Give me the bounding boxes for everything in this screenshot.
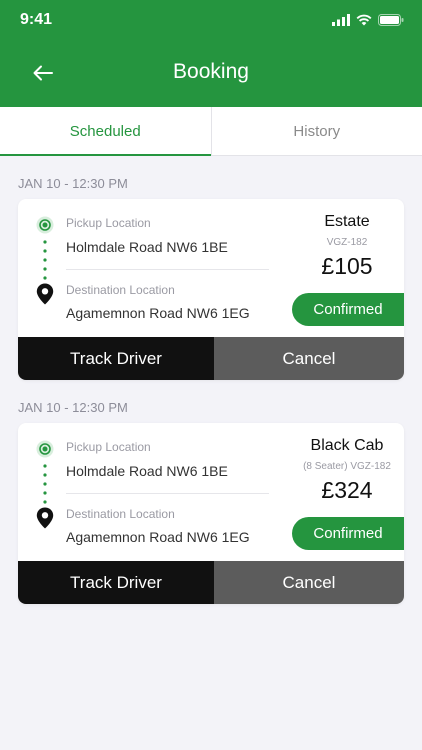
- booking-date: JAN 10 - 12:30 PM: [18, 176, 128, 191]
- destination-pin-icon: [36, 507, 54, 529]
- booking-date: JAN 10 - 12:30 PM: [18, 400, 128, 415]
- destination-label: Destination Location: [66, 507, 175, 521]
- track-driver-button[interactable]: Track Driver: [18, 561, 214, 604]
- status-badge: Confirmed: [292, 517, 404, 550]
- cancel-button[interactable]: Cancel: [214, 337, 404, 380]
- status-bar: 9:41: [0, 0, 422, 40]
- pickup-address: Holmdale Road NW6 1BE: [66, 239, 228, 255]
- destination-label: Destination Location: [66, 283, 175, 297]
- app-header: 9:41 Booking: [0, 0, 422, 107]
- pickup-address: Holmdale Road NW6 1BE: [66, 463, 228, 479]
- location-divider: [66, 493, 269, 494]
- vehicle-type: Estate: [324, 213, 370, 230]
- card-actions: Track Driver Cancel: [18, 337, 404, 380]
- nav-bar: Booking: [0, 52, 422, 96]
- tab-scheduled[interactable]: Scheduled: [0, 107, 212, 156]
- vehicle-detail: (8 Seater) VGZ-182: [303, 461, 391, 472]
- pickup-marker-icon: [36, 440, 54, 458]
- route-dots: [43, 240, 47, 280]
- signal-icon: [332, 14, 350, 26]
- track-driver-button[interactable]: Track Driver: [18, 337, 214, 380]
- vehicle-detail: VGZ-182: [326, 237, 368, 248]
- destination-pin-icon: [36, 283, 54, 305]
- booking-card[interactable]: Pickup Location Holmdale Road NW6 1BE De…: [18, 423, 404, 604]
- pickup-label: Pickup Location: [66, 216, 151, 230]
- vehicle-type: Black Cab: [310, 437, 384, 454]
- booking-price: £105: [321, 253, 373, 279]
- pickup-marker-icon: [36, 216, 54, 234]
- status-time: 9:41: [20, 11, 53, 28]
- tab-history[interactable]: History: [212, 107, 422, 155]
- page-title: Booking: [173, 60, 249, 83]
- pickup-label: Pickup Location: [66, 440, 151, 454]
- status-badge: Confirmed: [292, 293, 404, 326]
- status-icons: [332, 12, 404, 28]
- route-dots: [43, 464, 47, 504]
- location-divider: [66, 269, 269, 270]
- wifi-icon: [356, 14, 372, 26]
- destination-address: Agamemnon Road NW6 1EG: [66, 305, 250, 321]
- destination-address: Agamemnon Road NW6 1EG: [66, 529, 250, 545]
- booking-card[interactable]: Pickup Location Holmdale Road NW6 1BE De…: [18, 199, 404, 380]
- tab-bar: Scheduled History: [0, 107, 422, 156]
- cancel-button[interactable]: Cancel: [214, 561, 404, 604]
- battery-icon: [378, 14, 404, 26]
- card-actions: Track Driver Cancel: [18, 561, 404, 604]
- booking-price: £324: [321, 477, 373, 503]
